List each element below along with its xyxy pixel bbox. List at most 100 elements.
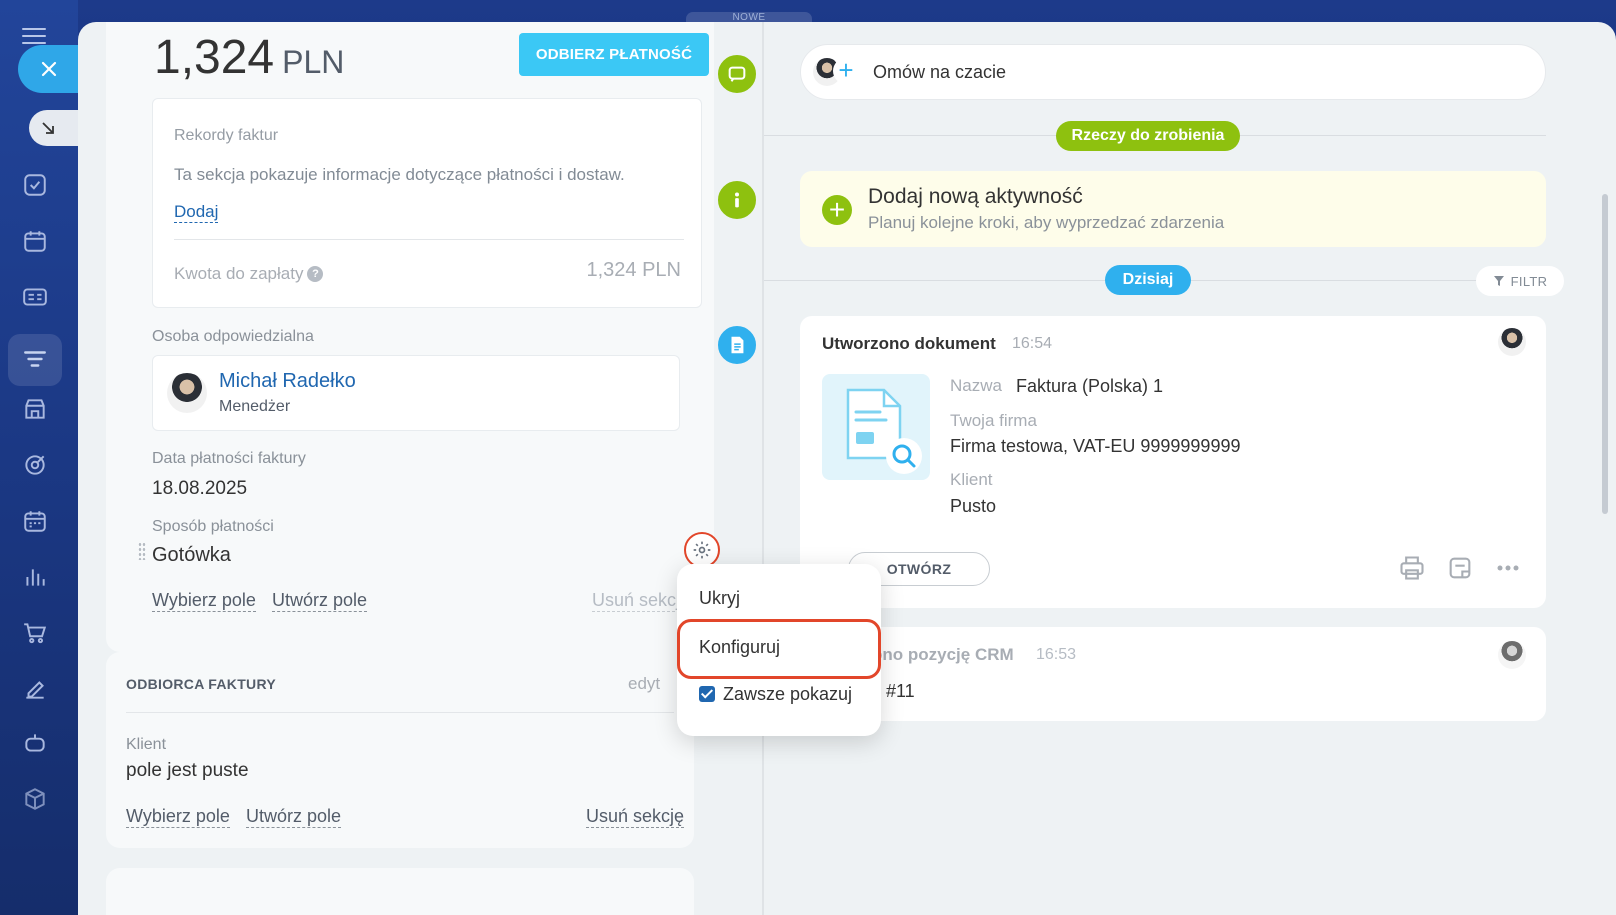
field-settings-button[interactable]: [684, 532, 720, 568]
gear-icon: [693, 541, 711, 559]
select-field-link[interactable]: Wybierz pole: [126, 806, 230, 828]
document-created-card: Utworzono dokument 16:54 Nazwa Faktura (…: [800, 316, 1546, 608]
recipient-title: ODBIORCA FAKTURY: [126, 676, 276, 692]
filter-icon: [1493, 276, 1504, 286]
more-icon[interactable]: [1494, 554, 1522, 582]
cart-icon[interactable]: [22, 620, 48, 646]
delete-section-link[interactable]: Usuń sekcję: [586, 806, 685, 828]
scrollbar[interactable]: [1602, 194, 1608, 514]
avatar: [167, 373, 207, 413]
amount-due-value: 1,324 PLN: [586, 259, 681, 281]
crm-item-number[interactable]: #11: [886, 681, 915, 702]
avatar: [1498, 641, 1526, 669]
payment-card: 1,324 PLN ODBIERZ PŁATNOŚĆ Rekordy faktur…: [106, 22, 720, 652]
amount-value: 1,324: [154, 31, 275, 84]
always-show-label: Zawsze pokazuj: [723, 684, 853, 704]
add-participant-icon[interactable]: +: [833, 57, 859, 84]
company-value: Firma testowa, VAT-EU 9999999999: [950, 436, 1241, 456]
doc-client-value: Pusto: [950, 496, 997, 516]
sign-icon[interactable]: [22, 676, 48, 702]
box-icon[interactable]: [22, 786, 48, 812]
todo-pill: Rzeczy do zrobienia: [1056, 121, 1240, 151]
create-field-link[interactable]: Utwórz pole: [246, 806, 342, 828]
field-settings-popup: Ukryj Konfiguruj Zawsze pokazuj: [677, 564, 881, 736]
configure-menu-item[interactable]: Konfiguruj: [699, 637, 780, 658]
menu-icon[interactable]: [22, 28, 46, 44]
company-label: Twoja firma: [950, 411, 1037, 430]
add-activity-subtitle: Planuj kolejne kroki, aby wyprzedzać zda…: [868, 213, 1225, 232]
collapse-icon: [42, 122, 54, 134]
receive-payment-button[interactable]: ODBIERZ PŁATNOŚĆ: [519, 33, 709, 76]
tasks-icon[interactable]: [22, 172, 48, 198]
target-icon[interactable]: [22, 452, 48, 478]
responsible-person-box[interactable]: Michał Radełko Menedżer: [152, 355, 680, 431]
payment-date-value[interactable]: 18.08.2025: [152, 478, 247, 500]
store-icon[interactable]: [22, 396, 48, 422]
add-activity-icon[interactable]: +: [822, 195, 852, 225]
crm-funnel-icon[interactable]: [22, 346, 48, 372]
create-field-link[interactable]: Utwórz pole: [272, 590, 368, 612]
crm-event-title: ono pozycję CRM: [872, 645, 1014, 664]
drag-handle-icon[interactable]: [138, 542, 146, 560]
crm-item-created-card: ono pozycję CRM 16:53 #11: [800, 627, 1546, 721]
timeline-line: [762, 22, 764, 915]
responsible-label: Osoba odpowiedzialna: [152, 328, 314, 345]
invoice-records-title: Rekordy faktur: [174, 127, 279, 144]
avatar: [1498, 328, 1526, 356]
robot-icon[interactable]: [22, 730, 48, 756]
divider: [126, 712, 674, 713]
close-icon: [41, 61, 57, 77]
chat-input[interactable]: + Omów na czacie: [800, 44, 1546, 100]
invoice-recipient-card: ODBIORCA FAKTURY edyt Klient pole jest p…: [106, 652, 694, 848]
filter-label: FILTR: [1510, 273, 1548, 289]
help-icon[interactable]: ?: [307, 266, 324, 282]
contact-card-icon[interactable]: [22, 284, 48, 310]
calendar-icon[interactable]: [22, 228, 48, 254]
amount-currency: PLN: [282, 44, 345, 80]
invoice-records-description: Ta sekcja pokazuje informacje dotyczące …: [174, 165, 625, 184]
responsible-name[interactable]: Michał Radełko: [219, 370, 356, 393]
always-show-option[interactable]: Zawsze pokazuj: [699, 684, 852, 705]
add-invoice-link[interactable]: Dodaj: [174, 202, 219, 223]
invoice-records-box: Rekordy faktur Ta sekcja pokazuje inform…: [152, 98, 702, 308]
document-node-icon: [715, 323, 759, 367]
doc-event-time: 16:54: [1012, 335, 1053, 352]
edit-link[interactable]: edyt: [628, 674, 660, 694]
amount-due-text: Kwota do zapłaty: [174, 264, 304, 283]
filter-button[interactable]: FILTR: [1476, 266, 1564, 296]
payment-method-value[interactable]: Gotówka: [152, 544, 231, 567]
next-section-card: [106, 868, 694, 915]
note-icon[interactable]: [1446, 554, 1474, 582]
print-icon[interactable]: [1398, 554, 1426, 582]
document-thumbnail[interactable]: [822, 374, 930, 480]
doc-name-label: Nazwa: [950, 376, 1002, 395]
divider: [174, 239, 684, 240]
document-actions: [1398, 554, 1522, 582]
checkbox-checked-icon[interactable]: [699, 686, 715, 702]
schedule-icon[interactable]: [22, 508, 48, 534]
responsible-role: Menedżer: [219, 398, 291, 415]
today-pill: Dzisiaj: [1105, 265, 1191, 295]
client-label: Klient: [126, 736, 167, 753]
info-node-icon: [715, 178, 759, 222]
delete-section-link[interactable]: Usuń sekcję: [592, 590, 691, 612]
select-field-link[interactable]: Wybierz pole: [152, 590, 256, 612]
doc-name-value: Faktura (Polska) 1: [1016, 376, 1164, 396]
doc-client-label: Klient: [950, 470, 993, 489]
hide-menu-item[interactable]: Ukryj: [699, 588, 740, 609]
chat-placeholder: Omów na czacie: [873, 62, 1007, 82]
document-preview-icon: [846, 388, 922, 474]
collapse-button[interactable]: [29, 110, 79, 146]
chat-node-icon: [715, 52, 759, 96]
add-activity-title: Dodaj nową aktywność: [868, 185, 1083, 208]
payment-date-label: Data płatności faktury: [152, 450, 306, 467]
deal-amount: 1,324 PLN: [154, 30, 344, 85]
doc-event-title: Utworzono dokument: [822, 334, 996, 353]
crm-event-time: 16:53: [1036, 646, 1077, 663]
amount-due-label: Kwota do zapłaty?: [174, 264, 324, 284]
payment-method-label: Sposób płatności: [152, 518, 274, 535]
analytics-icon[interactable]: [22, 564, 48, 590]
client-value[interactable]: pole jest puste: [126, 760, 249, 782]
add-activity-box[interactable]: + Dodaj nową aktywność Planuj kolejne kr…: [800, 171, 1546, 247]
deal-panel: 1,324 PLN ODBIERZ PŁATNOŚĆ Rekordy faktur…: [78, 22, 1616, 915]
